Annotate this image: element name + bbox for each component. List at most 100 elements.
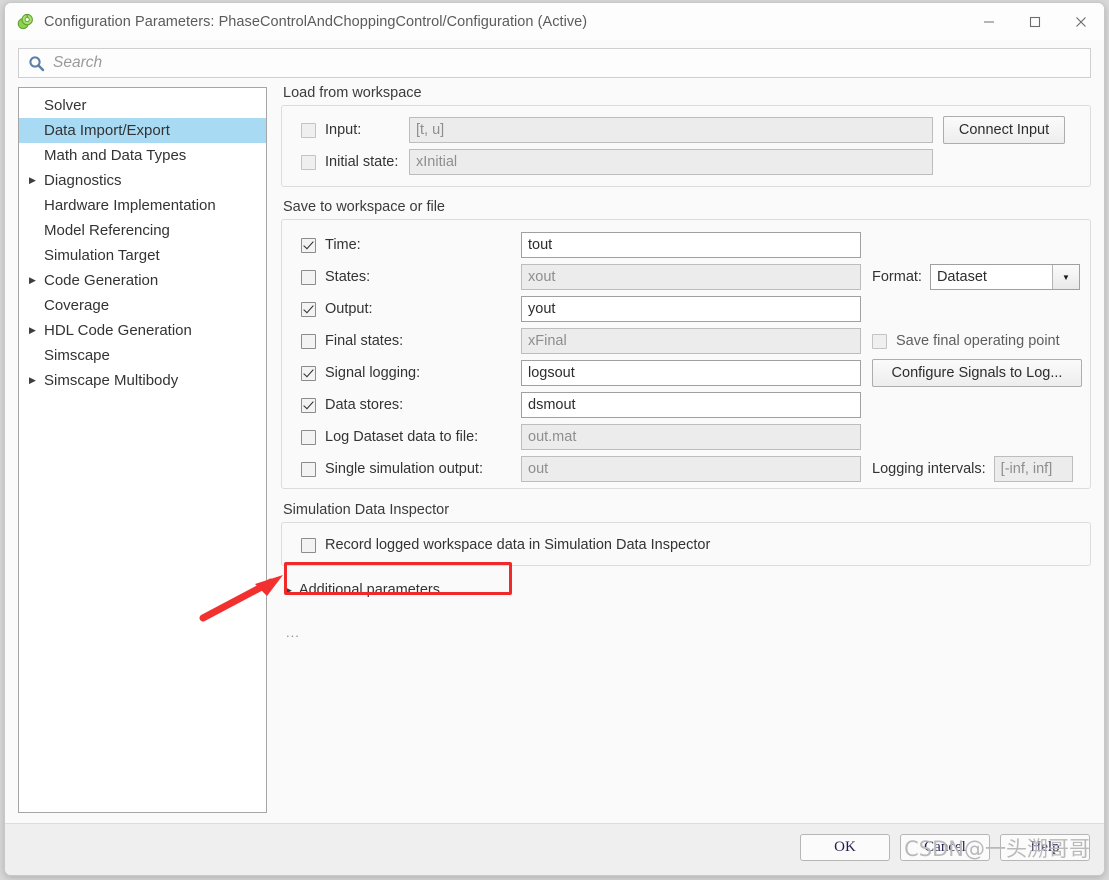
configure-signals-to-log-button[interactable]: Configure Signals to Log... <box>872 359 1082 387</box>
initial-state-row: Initial state: xInitial <box>282 148 1090 176</box>
output-row: Output: yout <box>282 295 1090 323</box>
minimize-button[interactable] <box>966 3 1012 40</box>
data-stores-field[interactable]: dsmout <box>521 392 861 418</box>
record-logged-data-checkbox[interactable] <box>301 537 316 553</box>
single-simulation-output-label: Single simulation output: <box>325 461 483 477</box>
chevron-down-icon[interactable]: ▼ <box>1051 265 1079 289</box>
single-simulation-output-field[interactable]: out <box>521 456 861 482</box>
record-logged-data-label: Record logged workspace data in Simulati… <box>325 537 711 553</box>
sidebar-item-solver[interactable]: Solver <box>19 93 266 118</box>
simulation-data-inspector-title: Simulation Data Inspector <box>283 502 450 518</box>
single-simulation-output-row: Single simulation output: out Logging in… <box>282 455 1090 483</box>
chevron-right-icon[interactable]: ▶ <box>29 376 42 385</box>
sidebar-item-code-generation[interactable]: ▶ Code Generation <box>19 268 266 293</box>
time-field[interactable]: tout <box>521 232 861 258</box>
signal-logging-row: Signal logging: logsout Configure Signal… <box>282 359 1090 387</box>
sidebar-item-label: Diagnostics <box>44 172 122 189</box>
output-checkbox[interactable] <box>301 301 316 317</box>
time-checkbox[interactable] <box>301 237 316 253</box>
final-states-field[interactable]: xFinal <box>521 328 861 354</box>
sidebar-item-label: Solver <box>44 97 87 114</box>
signal-logging-field[interactable]: logsout <box>521 360 861 386</box>
cancel-button[interactable]: Cancel <box>900 834 990 861</box>
single-simulation-output-checkbox[interactable] <box>301 461 316 477</box>
dialog-footer: OK Cancel Help CSDN@一头溯哥哥 <box>5 823 1104 875</box>
sidebar-item-label: Hardware Implementation <box>44 197 216 214</box>
search-icon <box>28 55 45 72</box>
save-final-operating-point-label: Save final operating point <box>896 333 1060 349</box>
maximize-button[interactable] <box>1012 3 1058 40</box>
input-label: Input: <box>325 122 362 138</box>
save-final-operating-point-checkbox[interactable] <box>872 333 887 349</box>
dialog-body: Solver Data Import/Export Math and Data … <box>5 78 1104 818</box>
additional-parameters-toggle[interactable]: ▶ Additional parameters <box>285 582 1091 598</box>
final-states-checkbox[interactable] <box>301 333 316 349</box>
sidebar-item-hdl-code-generation[interactable]: ▶ HDL Code Generation <box>19 318 266 343</box>
overflow-ellipsis: ... <box>286 625 300 640</box>
sidebar-item-label: Simulation Target <box>44 247 160 264</box>
additional-parameters-label: Additional parameters <box>298 582 440 598</box>
log-dataset-data-to-file-checkbox[interactable] <box>301 429 316 445</box>
log-dataset-data-to-file-field[interactable]: out.mat <box>521 424 861 450</box>
record-logged-data-row: Record logged workspace data in Simulati… <box>282 531 1090 559</box>
sidebar-item-simulation-target[interactable]: Simulation Target <box>19 243 266 268</box>
format-dropdown[interactable]: Dataset ▼ <box>929 264 1080 290</box>
window-title: Configuration Parameters: PhaseControlAn… <box>44 13 588 30</box>
logging-intervals-field[interactable]: [-inf, inf] <box>993 456 1073 482</box>
load-from-workspace-title: Load from workspace <box>283 85 422 101</box>
signal-logging-checkbox[interactable] <box>301 365 316 381</box>
help-button[interactable]: Help <box>1000 834 1090 861</box>
sidebar-item-simscape-multibody[interactable]: ▶ Simscape Multibody <box>19 368 266 393</box>
initial-state-label: Initial state: <box>325 154 399 170</box>
format-value: Dataset <box>936 269 987 285</box>
chevron-right-icon[interactable]: ▶ <box>29 176 42 185</box>
load-from-workspace-group: Input: [t, u] Connect Input Initial stat… <box>281 105 1091 187</box>
input-checkbox[interactable] <box>301 122 316 138</box>
save-to-workspace-group: Time: tout States: xout Format: Dataset … <box>281 219 1091 489</box>
output-field[interactable]: yout <box>521 296 861 322</box>
sidebar-item-label: Simscape <box>44 347 110 364</box>
sidebar-item-model-referencing[interactable]: Model Referencing <box>19 218 266 243</box>
data-stores-label: Data stores: <box>325 397 404 413</box>
states-checkbox[interactable] <box>301 269 316 285</box>
connect-input-button[interactable]: Connect Input <box>943 116 1065 144</box>
sidebar-item-data-import-export[interactable]: Data Import/Export <box>19 118 266 143</box>
sidebar-item-hardware-implementation[interactable]: Hardware Implementation <box>19 193 266 218</box>
save-to-workspace-title: Save to workspace or file <box>283 199 445 215</box>
search-placeholder: Search <box>53 54 103 71</box>
sidebar-item-label: Data Import/Export <box>44 122 170 139</box>
initial-state-field[interactable]: xInitial <box>409 149 933 175</box>
sidebar-item-label: Model Referencing <box>44 222 170 239</box>
sidebar-item-label: Coverage <box>44 297 110 314</box>
states-field[interactable]: xout <box>521 264 861 290</box>
sidebar-item-diagnostics[interactable]: ▶ Diagnostics <box>19 168 266 193</box>
window-controls <box>966 3 1104 40</box>
simulink-config-icon <box>16 13 34 31</box>
sidebar-item-label: Math and Data Types <box>44 147 187 164</box>
final-states-label: Final states: <box>325 333 404 349</box>
data-stores-checkbox[interactable] <box>301 397 316 413</box>
chevron-right-icon: ▶ <box>285 584 292 595</box>
config-parameters-window: Configuration Parameters: PhaseControlAn… <box>4 2 1105 876</box>
data-stores-row: Data stores: dsmout <box>282 391 1090 419</box>
search-input[interactable]: Search <box>18 48 1091 78</box>
close-button[interactable] <box>1058 3 1104 40</box>
logging-intervals-label: Logging intervals: <box>872 461 986 477</box>
chevron-right-icon[interactable]: ▶ <box>29 326 42 335</box>
footer-buttons: OK Cancel Help <box>800 834 1090 861</box>
states-label: States: <box>325 269 371 285</box>
ok-button[interactable]: OK <box>800 834 890 861</box>
initial-state-checkbox[interactable] <box>301 154 316 170</box>
category-tree[interactable]: Solver Data Import/Export Math and Data … <box>18 87 267 813</box>
sidebar-item-label: HDL Code Generation <box>44 322 192 339</box>
sidebar-item-coverage[interactable]: Coverage <box>19 293 266 318</box>
input-row: Input: [t, u] Connect Input <box>282 116 1090 144</box>
simulation-data-inspector-group: Record logged workspace data in Simulati… <box>281 522 1091 566</box>
final-states-row: Final states: xFinal Save final operatin… <box>282 327 1090 355</box>
sidebar-item-math-and-data-types[interactable]: Math and Data Types <box>19 143 266 168</box>
chevron-right-icon[interactable]: ▶ <box>29 276 42 285</box>
input-field[interactable]: [t, u] <box>409 117 933 143</box>
time-row: Time: tout <box>282 231 1090 259</box>
sidebar-item-simscape[interactable]: Simscape <box>19 343 266 368</box>
output-label: Output: <box>325 301 373 317</box>
